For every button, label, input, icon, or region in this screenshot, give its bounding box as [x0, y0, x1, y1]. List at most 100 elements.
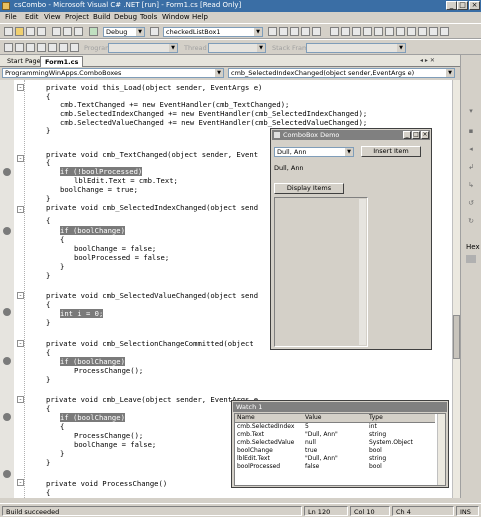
find-icon[interactable]	[150, 27, 159, 36]
demo-close-button[interactable]: ×	[421, 131, 429, 139]
watch-header-type: Type	[369, 414, 383, 421]
server-explorer-icon[interactable]: ◂	[466, 145, 476, 153]
solution-explorer-icon[interactable]	[268, 27, 277, 36]
standard-toolbar: Debug ▼ checkedListBox1 ▼	[0, 23, 481, 39]
font-size-icon[interactable]	[352, 27, 361, 36]
find-combo[interactable]: checkedListBox1 ▼	[163, 27, 263, 37]
insert-item-button[interactable]: Insert Item	[361, 146, 421, 157]
step-into-icon[interactable]	[48, 43, 57, 52]
collapse-icon[interactable]: -	[17, 396, 24, 403]
solution-config-combo[interactable]: Debug ▼	[103, 27, 145, 37]
bookmark-icon[interactable]	[407, 27, 416, 36]
table-row[interactable]: cmb.Text "Dull, Ann" string	[235, 431, 435, 439]
restart-icon[interactable]	[37, 43, 46, 52]
new-project-icon[interactable]	[4, 27, 13, 36]
menu-help[interactable]: Help	[192, 13, 208, 21]
step-out-icon[interactable]	[70, 43, 79, 52]
table-row[interactable]: cmb.SelectedValue null System.Object	[235, 439, 435, 447]
properties-icon[interactable]	[279, 27, 288, 36]
demo-minimize-button[interactable]: _	[403, 131, 411, 139]
app-icon	[2, 2, 10, 10]
continue-icon[interactable]	[4, 43, 13, 52]
copy-icon[interactable]	[63, 27, 72, 36]
collapse-icon[interactable]: -	[17, 84, 24, 91]
table-row[interactable]: lblEdit.Text "Dull, Ann" string	[235, 455, 435, 463]
collapse-icon[interactable]: -	[17, 206, 24, 213]
breakpoint-gutter[interactable]	[0, 80, 14, 498]
listbox-scrollbar[interactable]	[359, 199, 366, 345]
watch-scrollbar[interactable]	[437, 414, 445, 485]
table-row[interactable]: boolChange true bool	[235, 447, 435, 455]
indent-icon[interactable]	[385, 27, 394, 36]
collapse-icon[interactable]: -	[17, 340, 24, 347]
comment-icon[interactable]	[363, 27, 372, 36]
output-icon[interactable]	[312, 27, 321, 36]
breakpoint-icon[interactable]	[3, 470, 11, 478]
hex-icon[interactable]: Hex	[466, 243, 480, 251]
demo-maximize-button[interactable]: □	[412, 131, 420, 139]
display-items-button[interactable]: Display Items	[274, 183, 344, 194]
form-icon	[274, 132, 280, 138]
menu-view[interactable]: View	[44, 13, 61, 21]
table-row[interactable]: cmb.SelectedIndex 5 int	[235, 423, 435, 431]
menu-project[interactable]: Project	[65, 13, 89, 21]
editor-scrollbar[interactable]	[452, 80, 460, 498]
format-icon[interactable]	[341, 27, 350, 36]
watch-grid[interactable]: Name Value Type cmb.SelectedIndex 5 int …	[234, 413, 446, 486]
chevron-down-icon: ▼	[345, 148, 353, 156]
menu-file[interactable]: File	[5, 13, 17, 21]
outdent-icon[interactable]	[396, 27, 405, 36]
tab-form1[interactable]: Form1.cs	[40, 56, 84, 67]
toolbox-tab-icon[interactable]: ▪	[466, 127, 476, 135]
watch-type: bool	[369, 463, 382, 470]
save-icon[interactable]	[26, 27, 35, 36]
breakpoint-icon[interactable]	[3, 227, 11, 235]
class-view-icon[interactable]	[301, 27, 310, 36]
tab-start-page[interactable]: Start Page	[3, 56, 45, 67]
demo-combobox[interactable]: Dull, Ann ▼	[274, 147, 354, 157]
arrow-icon[interactable]: ↳	[466, 181, 476, 189]
breakpoint-icon[interactable]	[3, 413, 11, 421]
close-button[interactable]: ×	[469, 1, 480, 10]
memory-icon[interactable]	[466, 255, 476, 263]
menu-edit[interactable]: Edit	[25, 13, 39, 21]
items-listbox[interactable]	[274, 197, 368, 347]
maximize-button[interactable]: □	[457, 1, 468, 10]
arrow-icon[interactable]: ↻	[466, 217, 476, 225]
save-all-icon[interactable]	[37, 27, 46, 36]
align-icon[interactable]	[330, 27, 339, 36]
code-line: }	[60, 262, 65, 271]
member-combo[interactable]: cmb_SelectedIndexChanged(object sender,E…	[228, 68, 455, 78]
menu-tools[interactable]: Tools	[140, 13, 157, 21]
open-icon[interactable]	[15, 27, 24, 36]
next-bookmark-icon[interactable]	[418, 27, 427, 36]
menu-debug[interactable]: Debug	[114, 13, 137, 21]
pin-icon[interactable]: ▾	[466, 107, 476, 115]
arrow-icon[interactable]: ↺	[466, 199, 476, 207]
start-icon[interactable]	[89, 27, 98, 36]
step-over-icon[interactable]	[59, 43, 68, 52]
table-row[interactable]: boolProcessed false bool	[235, 463, 435, 471]
arrow-icon[interactable]: ↲	[466, 163, 476, 171]
stop-icon[interactable]	[26, 43, 35, 52]
menu-window[interactable]: Window	[162, 13, 190, 21]
breakpoint-icon[interactable]	[3, 308, 11, 316]
breakpoint-icon[interactable]	[3, 357, 11, 365]
class-combo[interactable]: ProgrammingWinApps.ComboBoxes ▼	[2, 68, 224, 78]
breakpoint-icon[interactable]	[3, 168, 11, 176]
collapse-icon[interactable]: -	[17, 292, 24, 299]
collapse-icon[interactable]: -	[17, 155, 24, 162]
uncomment-icon[interactable]	[374, 27, 383, 36]
cut-icon[interactable]	[52, 27, 61, 36]
prev-bookmark-icon[interactable]	[429, 27, 438, 36]
tab-nav-icon[interactable]: ◂ ▸ ✕	[420, 57, 435, 64]
paste-icon[interactable]	[74, 27, 83, 36]
break-all-icon[interactable]	[15, 43, 24, 52]
clear-bookmarks-icon[interactable]	[440, 27, 449, 36]
minimize-button[interactable]: _	[446, 1, 457, 10]
menu-build[interactable]: Build	[93, 13, 111, 21]
code-line: boolProcessed = false;	[74, 253, 170, 262]
collapse-icon[interactable]: -	[17, 479, 24, 486]
scroll-thumb[interactable]	[453, 315, 460, 359]
toolbox-icon[interactable]	[290, 27, 299, 36]
